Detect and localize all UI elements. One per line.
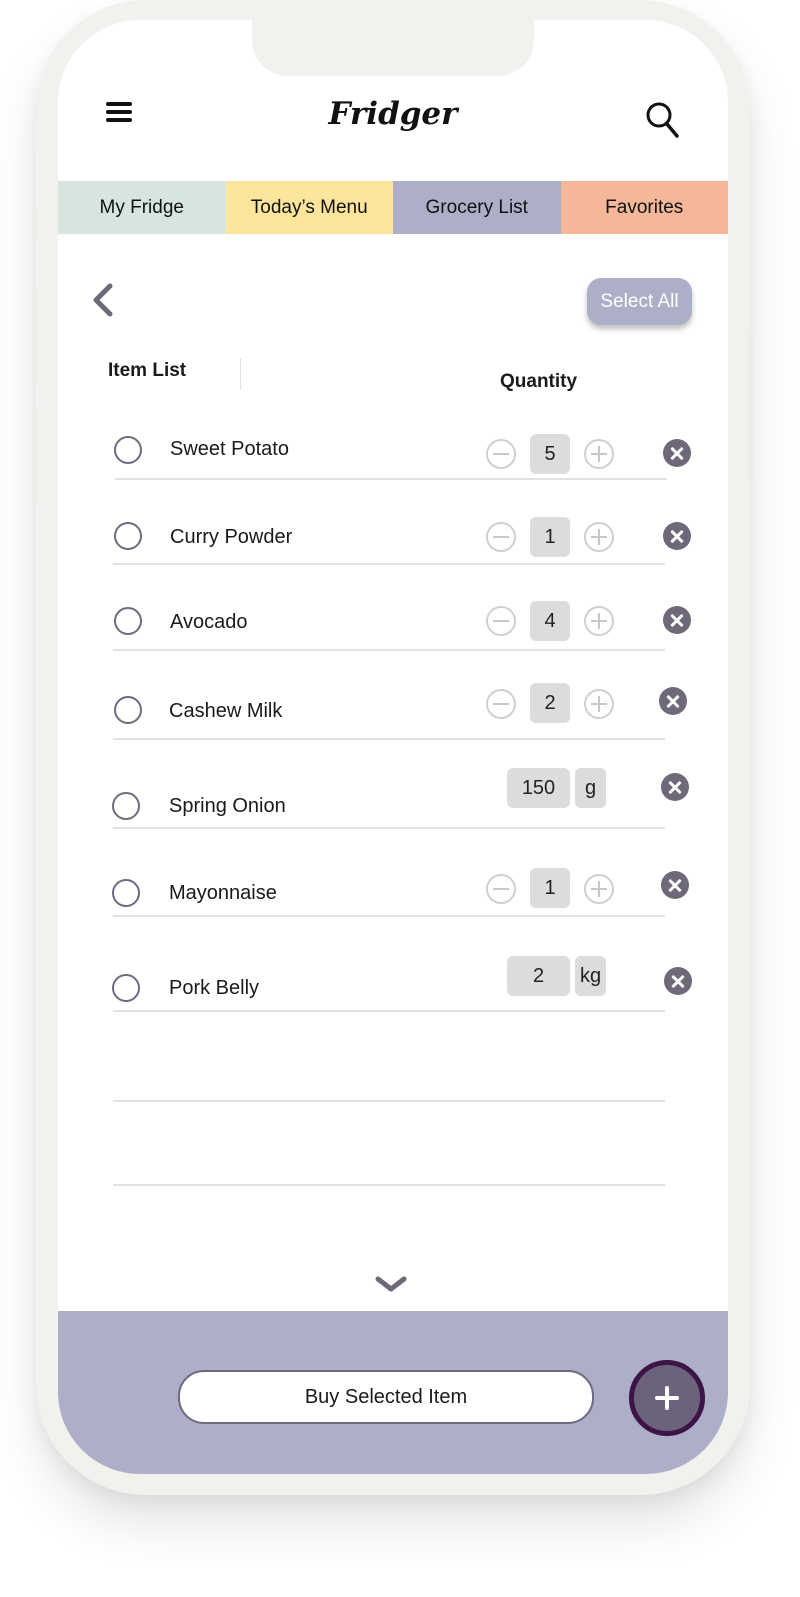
item-quantity[interactable]: 1 [530, 868, 570, 908]
item-quantity[interactable]: 150 [507, 768, 570, 808]
item-name: Spring Onion [169, 795, 286, 817]
item-name: Pork Belly [169, 977, 260, 999]
item-select-radio[interactable] [112, 879, 140, 907]
phone-volume-down [33, 410, 38, 498]
item-name: Mayonnaise [169, 882, 277, 904]
close-icon[interactable] [661, 871, 689, 899]
chevron-left-icon[interactable] [90, 282, 118, 318]
row-divider [113, 563, 665, 565]
grocery-item-row: Avocado 4 [58, 598, 728, 648]
item-quantity[interactable]: 2 [507, 956, 570, 996]
close-icon[interactable] [661, 773, 689, 801]
item-unit[interactable]: kg [575, 956, 606, 996]
grocery-item-row: Mayonnaise 1 [58, 865, 728, 915]
item-quantity[interactable]: 1 [530, 517, 570, 557]
tab-bar: My Fridge Today’s Menu Grocery List Favo… [58, 181, 728, 234]
tab-favorites[interactable]: Favorites [560, 181, 728, 234]
row-divider [113, 1100, 665, 1102]
plus-circle-icon[interactable] [584, 522, 614, 552]
grocery-item-row: Sweet Potato 5 [58, 430, 728, 480]
column-header-item: Item List [108, 360, 187, 381]
plus-icon[interactable] [629, 1360, 705, 1436]
select-all-button[interactable]: Select All [587, 278, 692, 325]
app-logo: Fridger [328, 96, 458, 132]
item-name: Curry Powder [170, 526, 293, 548]
grocery-item-row: Pork Belly 2 kg [58, 953, 728, 1013]
plus-circle-icon[interactable] [584, 606, 614, 636]
row-divider [113, 1010, 665, 1012]
tab-todays-menu[interactable]: Today’s Menu [225, 181, 393, 234]
item-select-radio[interactable] [112, 974, 140, 1002]
item-name: Avocado [170, 611, 248, 633]
minus-circle-icon[interactable] [486, 439, 516, 469]
minus-circle-icon[interactable] [486, 874, 516, 904]
row-divider [113, 649, 665, 651]
chevron-down-icon[interactable] [374, 1275, 408, 1295]
row-divider [113, 915, 665, 917]
buy-selected-button[interactable]: Buy Selected Item [178, 1370, 594, 1424]
close-icon[interactable] [664, 967, 692, 995]
plus-circle-icon[interactable] [584, 874, 614, 904]
row-divider [113, 1184, 665, 1186]
row-divider [113, 827, 665, 829]
tab-grocery-list[interactable]: Grocery List [393, 181, 561, 234]
tab-my-fridge[interactable]: My Fridge [58, 181, 226, 234]
search-icon[interactable] [645, 100, 681, 140]
item-name: Cashew Milk [169, 700, 283, 722]
phone-power-button [748, 330, 753, 480]
item-select-radio[interactable] [114, 696, 142, 724]
minus-circle-icon[interactable] [486, 689, 516, 719]
column-header-quantity: Quantity [500, 371, 578, 392]
item-select-radio[interactable] [114, 436, 142, 464]
grocery-item-row: Curry Powder 1 [58, 514, 728, 564]
item-select-radio[interactable] [114, 607, 142, 635]
close-icon[interactable] [663, 522, 691, 550]
row-divider [113, 738, 665, 740]
plus-circle-icon[interactable] [584, 439, 614, 469]
minus-circle-icon[interactable] [486, 522, 516, 552]
item-quantity[interactable]: 2 [530, 683, 570, 723]
column-divider [240, 358, 241, 390]
app-screen: Fridger My Fridge Today’s Menu Grocery L… [58, 20, 728, 1474]
item-unit[interactable]: g [575, 768, 606, 808]
plus-circle-icon[interactable] [584, 689, 614, 719]
grocery-item-row: Spring Onion 150 g [58, 765, 728, 830]
item-select-radio[interactable] [112, 792, 140, 820]
close-icon[interactable] [663, 606, 691, 634]
phone-mute-switch [33, 210, 38, 240]
minus-circle-icon[interactable] [486, 606, 516, 636]
phone-notch [252, 20, 534, 76]
close-icon[interactable] [659, 687, 687, 715]
item-select-radio[interactable] [114, 522, 142, 550]
row-divider [115, 478, 667, 480]
close-icon[interactable] [663, 439, 691, 467]
grocery-item-row: Cashew Milk 2 [58, 680, 728, 740]
phone-volume-up [33, 290, 38, 378]
item-quantity[interactable]: 5 [530, 434, 570, 474]
item-name: Sweet Potato [170, 438, 289, 460]
item-quantity[interactable]: 4 [530, 601, 570, 641]
